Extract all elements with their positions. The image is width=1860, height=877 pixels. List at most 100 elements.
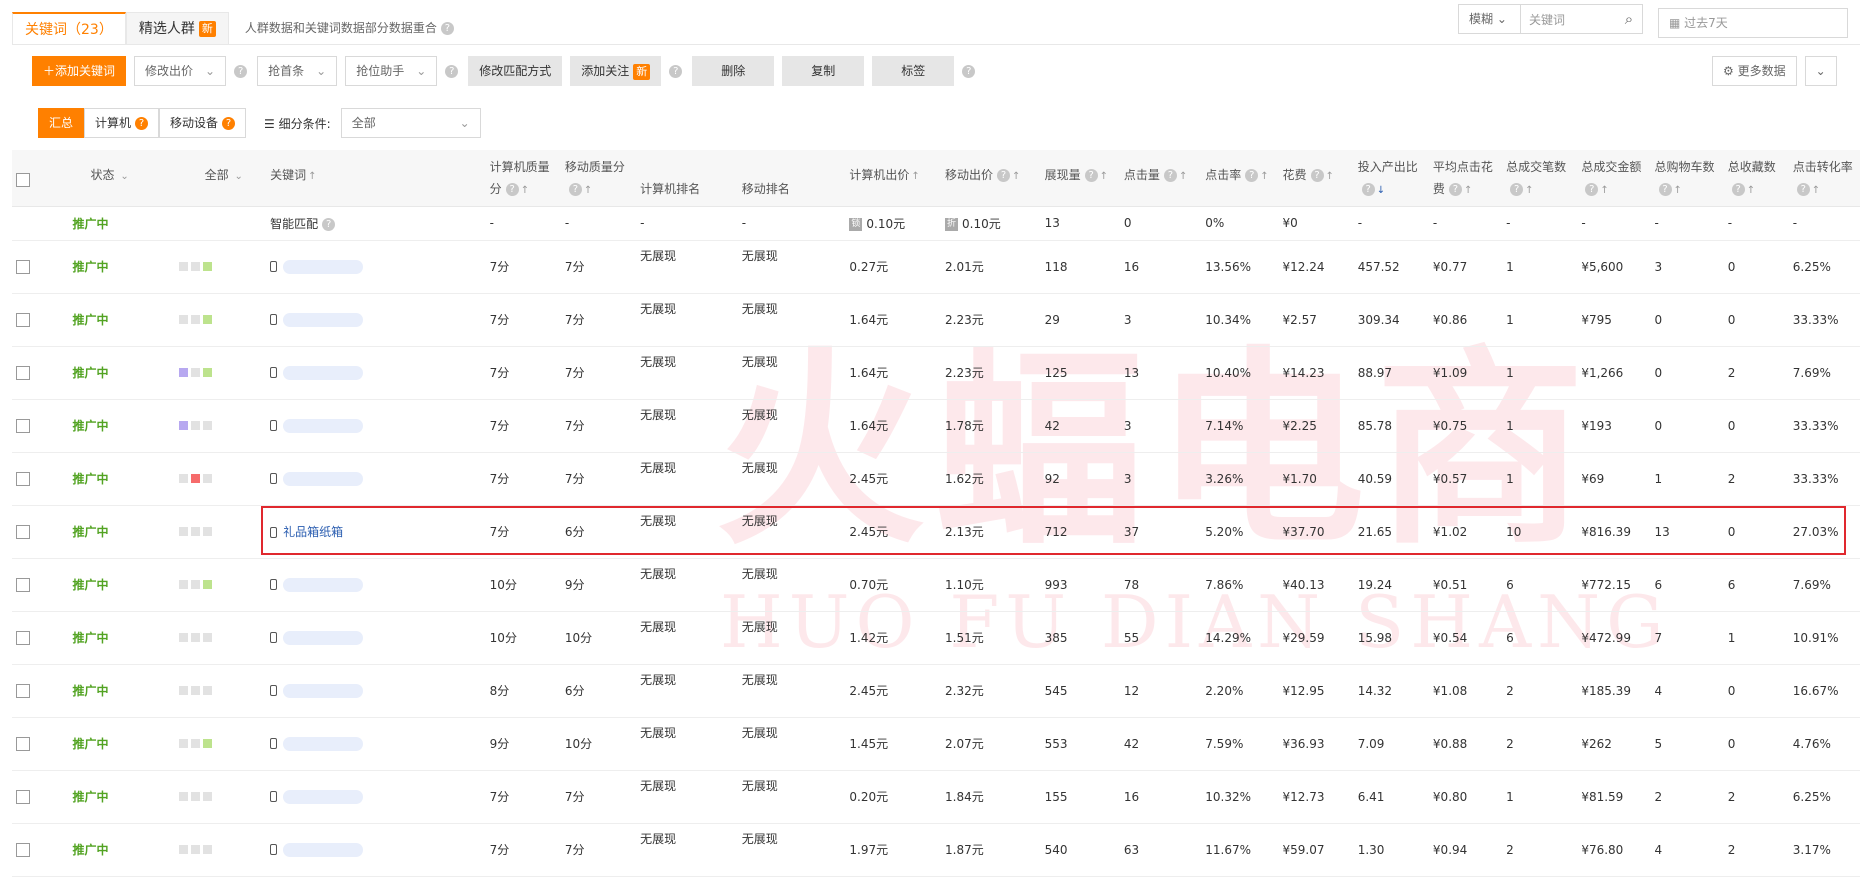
col-roi[interactable]: 投入产出比? ↓ bbox=[1353, 150, 1429, 207]
row-checkbox[interactable] bbox=[16, 789, 30, 804]
clicks-cell: 55 bbox=[1119, 611, 1202, 665]
impressions-cell: 125 bbox=[1040, 346, 1120, 400]
search-input[interactable]: 关键词 bbox=[1521, 11, 1616, 28]
more-data-button[interactable]: ⚙ 更多数据 bbox=[1712, 56, 1797, 86]
deal-amount-cell: ¥816.39 bbox=[1577, 505, 1651, 559]
row-checkbox[interactable] bbox=[16, 471, 30, 486]
keyword-cell bbox=[266, 346, 486, 400]
add-keyword-button[interactable]: ＋添加关键词 bbox=[32, 56, 127, 86]
col-impressions[interactable]: 展现量? ↑ bbox=[1040, 150, 1120, 207]
col-deal-amount[interactable]: 总成交金额? ↑ bbox=[1577, 150, 1651, 207]
help-icon[interactable]: ? bbox=[1658, 183, 1672, 196]
segment-summary[interactable]: 汇总 bbox=[38, 108, 85, 138]
select-all-checkbox[interactable] bbox=[16, 172, 30, 187]
rank-assistant-dropdown[interactable]: 抢位助手 ⌄ bbox=[345, 56, 438, 86]
row-checkbox[interactable] bbox=[16, 736, 30, 751]
row-checkbox[interactable] bbox=[16, 259, 30, 274]
col-cost[interactable]: 花费? ↑ bbox=[1278, 150, 1354, 207]
marks-cell bbox=[174, 293, 267, 347]
help-icon[interactable]: ? bbox=[669, 64, 683, 78]
help-icon[interactable]: ? bbox=[997, 169, 1011, 182]
status-square bbox=[178, 738, 188, 748]
col-cvr[interactable]: 点击转化率? ↑ bbox=[1788, 150, 1860, 207]
col-pc-quality[interactable]: 计算机质量分? ↑ bbox=[485, 150, 561, 207]
row-checkbox[interactable] bbox=[16, 365, 30, 380]
help-icon[interactable]: ? bbox=[1245, 169, 1259, 182]
row-checkbox[interactable] bbox=[16, 683, 30, 698]
cost-cell: ¥1.70 bbox=[1278, 452, 1354, 506]
cost-cell: ¥12.95 bbox=[1278, 664, 1354, 718]
help-icon[interactable]: ? bbox=[1510, 183, 1524, 196]
help-icon[interactable]: ? bbox=[234, 64, 248, 78]
help-icon[interactable]: ? bbox=[1731, 183, 1745, 196]
keyword-link[interactable]: 礼品箱纸箱 bbox=[283, 525, 343, 539]
status-cell: 推广中 bbox=[42, 399, 175, 453]
help-icon[interactable]: ? bbox=[1448, 183, 1462, 196]
help-icon[interactable]: ? bbox=[445, 64, 459, 78]
ctr-cell: 0% bbox=[1201, 206, 1279, 241]
col-deals[interactable]: 总成交笔数? ↑ bbox=[1502, 150, 1578, 207]
tab-selected-audience[interactable]: 精选人群新 bbox=[125, 12, 229, 44]
row-select-cell bbox=[12, 770, 43, 824]
grab-first-dropdown[interactable]: 抢首条 ⌄ bbox=[257, 56, 338, 86]
col-clicks[interactable]: 点击量? ↑ bbox=[1119, 150, 1202, 207]
expand-button[interactable]: ⌄ bbox=[1804, 56, 1837, 86]
col-pc-bid[interactable]: 计算机出价 ↑ bbox=[839, 150, 942, 207]
row-checkbox[interactable] bbox=[16, 312, 30, 327]
help-icon[interactable]: ? bbox=[962, 64, 976, 78]
redacted-keyword bbox=[283, 736, 364, 751]
keyword-table: 状态 ⌄ 全部 ⌄ 关键词 ↑ 计算机质量分? ↑ 移动质量分? ↑ 计算机排名 移动… bbox=[12, 150, 1860, 877]
help-icon[interactable]: ? bbox=[440, 22, 454, 35]
delete-button[interactable]: 删除 bbox=[692, 56, 775, 86]
cart-cell: 3 bbox=[1650, 240, 1724, 294]
row-checkbox[interactable] bbox=[16, 524, 30, 539]
row-checkbox[interactable] bbox=[16, 630, 30, 645]
status-label: 推广中 bbox=[72, 790, 109, 804]
col-all[interactable]: 全部 ⌄ bbox=[174, 150, 267, 207]
filter-select[interactable]: 全部 ⌄ bbox=[340, 108, 481, 138]
modify-match-button[interactable]: 修改匹配方式 bbox=[468, 56, 563, 86]
modify-bid-dropdown[interactable]: 修改出价 ⌄ bbox=[134, 56, 227, 86]
help-icon[interactable]: ? bbox=[505, 183, 519, 196]
col-cpc[interactable]: 平均点击花费? ↑ bbox=[1428, 150, 1503, 207]
impressions-cell: 13 bbox=[1040, 206, 1120, 241]
search-icon[interactable]: ⌕ bbox=[1616, 10, 1642, 28]
help-icon[interactable]: ? bbox=[1163, 169, 1177, 182]
help-icon[interactable]: ? bbox=[1084, 169, 1098, 182]
help-icon[interactable]: ? bbox=[1361, 183, 1375, 196]
chevron-down-icon: ⌄ bbox=[234, 171, 243, 182]
cost-cell: ¥12.24 bbox=[1278, 240, 1354, 294]
keyword-text: 智能匹配 bbox=[270, 216, 319, 231]
col-status[interactable]: 状态 ⌄ bbox=[42, 150, 175, 207]
row-checkbox[interactable] bbox=[16, 842, 30, 857]
col-mobile-quality[interactable]: 移动质量分? ↑ bbox=[560, 150, 637, 207]
clicks-cell: 12 bbox=[1119, 664, 1202, 718]
row-checkbox[interactable] bbox=[16, 418, 30, 433]
roi-cell: 309.34 bbox=[1353, 293, 1429, 347]
row-select-cell bbox=[12, 505, 43, 559]
help-icon[interactable]: ? bbox=[222, 117, 236, 130]
date-range-picker[interactable]: ▦ 过去7天 bbox=[1658, 8, 1848, 38]
status-square bbox=[178, 844, 188, 854]
row-checkbox[interactable] bbox=[16, 577, 30, 592]
help-icon[interactable]: ? bbox=[1796, 183, 1810, 196]
tag-button[interactable]: 标签 bbox=[872, 56, 955, 86]
col-fav[interactable]: 总收藏数? ↑ bbox=[1723, 150, 1789, 207]
help-icon[interactable]: ? bbox=[322, 217, 336, 231]
segment-computer[interactable]: 计算机? bbox=[84, 108, 160, 138]
mobile-bid-cell: 2.23元 bbox=[941, 346, 1041, 400]
col-cart[interactable]: 总购物车数? ↑ bbox=[1650, 150, 1724, 207]
help-icon[interactable]: ? bbox=[568, 183, 582, 196]
help-icon[interactable]: ? bbox=[135, 117, 149, 130]
col-keyword[interactable]: 关键词 ↑ bbox=[266, 150, 486, 207]
copy-button[interactable]: 复制 bbox=[782, 56, 865, 86]
segment-mobile[interactable]: 移动设备? bbox=[159, 108, 247, 138]
match-mode-select[interactable]: 模糊 ⌄ bbox=[1459, 5, 1521, 33]
col-ctr[interactable]: 点击率? ↑ bbox=[1201, 150, 1279, 207]
col-mobile-bid[interactable]: 移动出价? ↑ bbox=[941, 150, 1041, 207]
help-icon[interactable]: ? bbox=[1585, 183, 1599, 196]
add-follow-button[interactable]: 添加关注新 bbox=[570, 56, 662, 86]
deals-cell: 1 bbox=[1502, 346, 1578, 400]
tab-keywords[interactable]: 关键词（23） bbox=[12, 12, 126, 44]
help-icon[interactable]: ? bbox=[1310, 169, 1324, 182]
